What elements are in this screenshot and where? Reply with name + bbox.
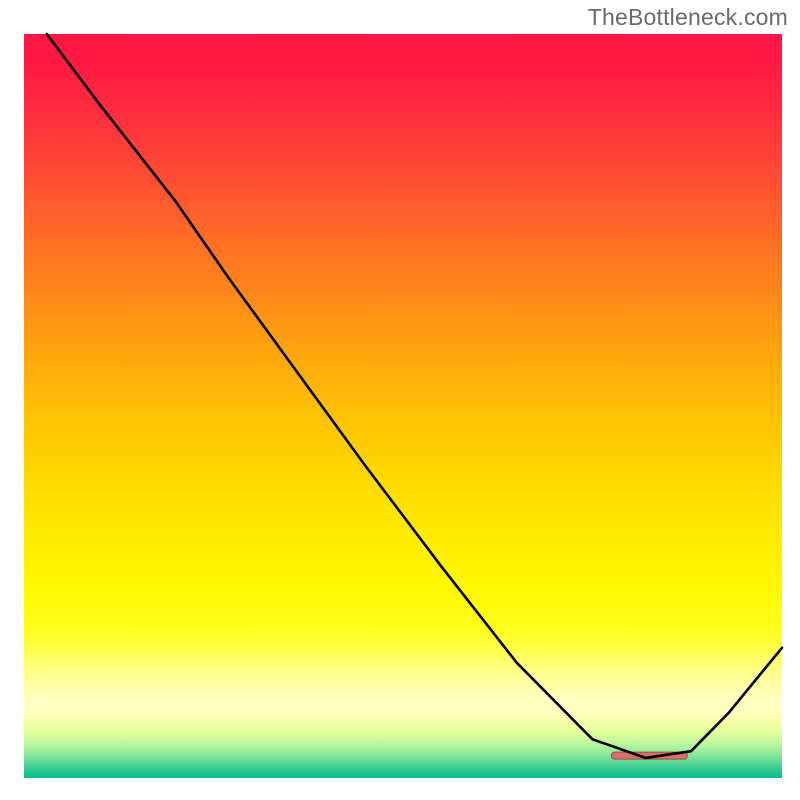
chart-surface — [0, 0, 800, 800]
attribution-label: TheBottleneck.com — [588, 4, 788, 31]
plot-background — [24, 34, 782, 778]
bottleneck-chart: TheBottleneck.com — [0, 0, 800, 800]
